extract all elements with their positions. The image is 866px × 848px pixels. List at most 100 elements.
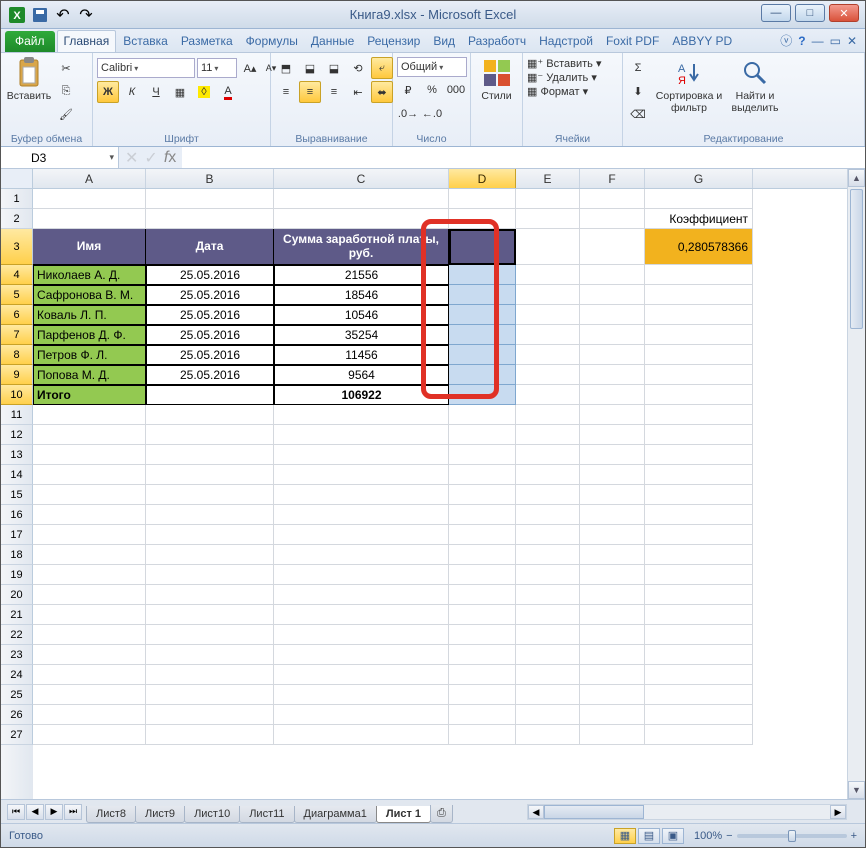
row-header-1[interactable]: 1 (1, 189, 33, 209)
cell-D3[interactable] (449, 229, 516, 265)
cell-C15[interactable] (274, 485, 449, 505)
cell-E20[interactable] (516, 585, 580, 605)
cell-B18[interactable] (146, 545, 274, 565)
spreadsheet[interactable]: ABCDEFG 12345678910111213141516171819202… (1, 169, 865, 799)
cell-A14[interactable] (33, 465, 146, 485)
tab-next-icon[interactable]: ▶ (45, 804, 63, 820)
cell-C4[interactable]: 21556 (274, 265, 449, 285)
cell-A5[interactable]: Сафронова В. М. (33, 285, 146, 305)
inc-decimal-icon[interactable]: .0→ (397, 103, 419, 125)
cell-E21[interactable] (516, 605, 580, 625)
cell-E7[interactable] (516, 325, 580, 345)
cell-D8[interactable] (449, 345, 516, 365)
row-header-27[interactable]: 27 (1, 725, 33, 745)
column-header-A[interactable]: A (33, 169, 146, 188)
view-normal-icon[interactable]: ▦ (614, 828, 636, 844)
qat-redo-icon[interactable]: ↷ (76, 5, 96, 25)
cell-E14[interactable] (516, 465, 580, 485)
cell-B20[interactable] (146, 585, 274, 605)
cell-D22[interactable] (449, 625, 516, 645)
cell-C11[interactable] (274, 405, 449, 425)
cell-B23[interactable] (146, 645, 274, 665)
delete-cells-button[interactable]: ▦⁻ Удалить ▾ (527, 71, 597, 84)
cell-D17[interactable] (449, 525, 516, 545)
cell-F8[interactable] (580, 345, 645, 365)
cell-A23[interactable] (33, 645, 146, 665)
cell-G27[interactable] (645, 725, 753, 745)
cell-E10[interactable] (516, 385, 580, 405)
ribbon-tab-8[interactable]: Надстрой (533, 31, 599, 52)
cell-G12[interactable] (645, 425, 753, 445)
cell-C3[interactable]: Сумма заработной платы, руб. (274, 229, 449, 265)
bold-button[interactable]: Ж (97, 81, 119, 103)
cell-F6[interactable] (580, 305, 645, 325)
row-header-14[interactable]: 14 (1, 465, 33, 485)
cell-C20[interactable] (274, 585, 449, 605)
row-header-24[interactable]: 24 (1, 665, 33, 685)
row-header-7[interactable]: 7 (1, 325, 33, 345)
font-name-combo[interactable]: Calibri▾ (97, 58, 195, 78)
row-header-3[interactable]: 3 (1, 229, 33, 265)
cell-C7[interactable]: 35254 (274, 325, 449, 345)
cell-G4[interactable] (645, 265, 753, 285)
fill-color-button[interactable]: ◊ (193, 81, 215, 103)
cell-C25[interactable] (274, 685, 449, 705)
cell-A11[interactable] (33, 405, 146, 425)
horizontal-scrollbar[interactable]: ◀ ▶ (527, 804, 847, 820)
cell-E2[interactable] (516, 209, 580, 229)
name-box[interactable]: D3 (1, 147, 119, 168)
cell-D4[interactable] (449, 265, 516, 285)
cell-G22[interactable] (645, 625, 753, 645)
cell-D2[interactable] (449, 209, 516, 229)
font-color-button[interactable]: A (217, 81, 239, 103)
cell-A27[interactable] (33, 725, 146, 745)
cell-F25[interactable] (580, 685, 645, 705)
zoom-label[interactable]: 100% (694, 830, 722, 842)
help-icon[interactable]: ? (798, 34, 805, 48)
cell-C17[interactable] (274, 525, 449, 545)
hscroll-thumb[interactable] (544, 805, 644, 819)
cell-G18[interactable] (645, 545, 753, 565)
cell-D12[interactable] (449, 425, 516, 445)
merge-button[interactable]: ⬌ (371, 81, 393, 103)
scroll-up-icon[interactable]: ▲ (848, 169, 865, 187)
ribbon-tab-4[interactable]: Данные (305, 31, 360, 52)
ribbon-tab-3[interactable]: Формулы (240, 31, 304, 52)
cell-B16[interactable] (146, 505, 274, 525)
row-header-8[interactable]: 8 (1, 345, 33, 365)
paste-button[interactable]: Вставить (5, 55, 53, 103)
cell-E1[interactable] (516, 189, 580, 209)
cell-D9[interactable] (449, 365, 516, 385)
cell-G24[interactable] (645, 665, 753, 685)
cell-G16[interactable] (645, 505, 753, 525)
cell-B13[interactable] (146, 445, 274, 465)
cell-A21[interactable] (33, 605, 146, 625)
cell-E23[interactable] (516, 645, 580, 665)
cell-B2[interactable] (146, 209, 274, 229)
cell-F7[interactable] (580, 325, 645, 345)
cell-C14[interactable] (274, 465, 449, 485)
cell-F14[interactable] (580, 465, 645, 485)
cell-D25[interactable] (449, 685, 516, 705)
row-header-25[interactable]: 25 (1, 685, 33, 705)
cell-F18[interactable] (580, 545, 645, 565)
maximize-button[interactable]: □ (795, 4, 825, 22)
ribbon-tab-1[interactable]: Вставка (117, 31, 174, 52)
align-bottom-icon[interactable]: ⬓ (323, 57, 345, 79)
clear-icon[interactable]: ⌫ (627, 103, 649, 125)
column-header-B[interactable]: B (146, 169, 274, 188)
cell-B25[interactable] (146, 685, 274, 705)
vscroll-thumb[interactable] (850, 189, 863, 329)
cell-B8[interactable]: 25.05.2016 (146, 345, 274, 365)
row-header-16[interactable]: 16 (1, 505, 33, 525)
currency-icon[interactable]: ₽ (397, 79, 419, 101)
cell-D27[interactable] (449, 725, 516, 745)
cell-G5[interactable] (645, 285, 753, 305)
cell-G21[interactable] (645, 605, 753, 625)
cell-F26[interactable] (580, 705, 645, 725)
cell-E16[interactable] (516, 505, 580, 525)
cell-F27[interactable] (580, 725, 645, 745)
cell-E25[interactable] (516, 685, 580, 705)
cell-C9[interactable]: 9564 (274, 365, 449, 385)
cell-D10[interactable] (449, 385, 516, 405)
